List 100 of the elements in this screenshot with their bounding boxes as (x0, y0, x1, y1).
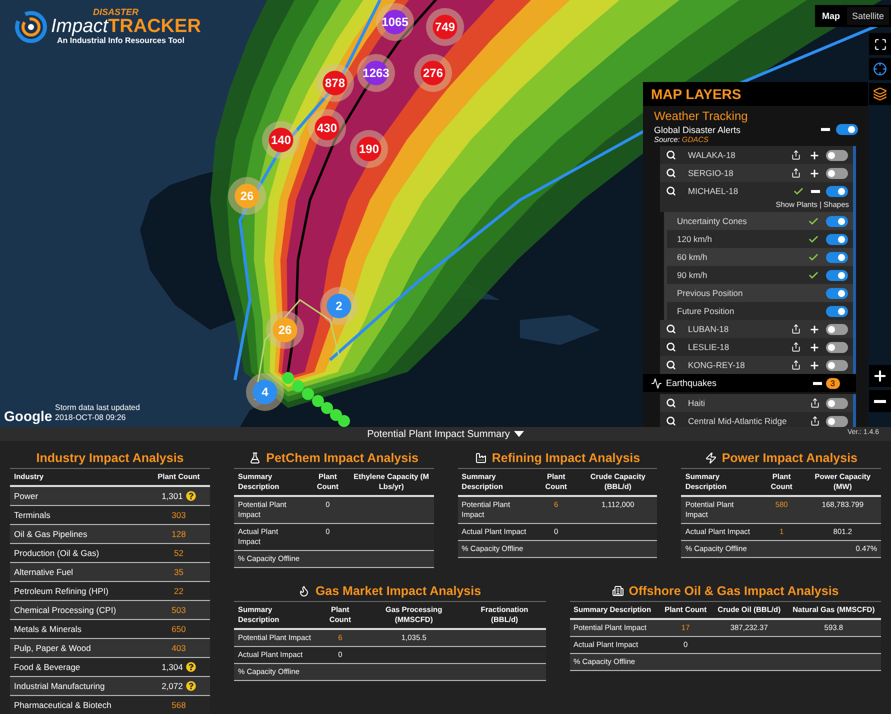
search-icon[interactable] (666, 398, 676, 408)
storm-row[interactable]: LESLIE-18 (660, 338, 853, 356)
search-icon[interactable] (666, 416, 676, 426)
sublayer-name: 90 km/h (677, 270, 708, 280)
storm-row[interactable]: SERGIO-18 (660, 164, 853, 182)
search-icon[interactable] (666, 150, 676, 160)
search-icon[interactable] (666, 342, 676, 352)
plus-icon[interactable] (809, 168, 820, 178)
minus-icon[interactable] (811, 190, 820, 192)
toggle-switch[interactable] (826, 216, 848, 226)
table-cell[interactable]: 503 (147, 600, 210, 619)
search-icon[interactable] (666, 168, 676, 178)
plus-icon[interactable] (809, 324, 820, 334)
plus-icon[interactable] (809, 342, 820, 352)
layer-label: Global Disaster Alerts (654, 124, 742, 134)
panel-title: Industry Impact Analysis (36, 450, 184, 464)
minus-icon[interactable] (812, 382, 822, 384)
help-icon[interactable] (186, 680, 196, 690)
table-cell: Alternative Fuel (10, 562, 148, 581)
table-cell[interactable]: 303 (147, 505, 210, 524)
sublayer-row[interactable]: Uncertainty Cones (667, 212, 853, 230)
locate-button[interactable] (869, 58, 891, 80)
zoom-in-button[interactable] (869, 365, 891, 387)
share-icon[interactable] (810, 398, 820, 408)
storm-name: WALAKA-18 (687, 150, 736, 160)
sublayer-row[interactable]: 120 km/h (667, 230, 853, 248)
zoom-out-button[interactable] (869, 390, 891, 412)
earthquake-row[interactable]: Central Mid-Atlantic Ridge (660, 412, 853, 427)
table-cell[interactable]: 403 (147, 638, 210, 657)
table-cell[interactable]: 568 (147, 695, 210, 714)
share-icon[interactable] (791, 360, 801, 370)
table-cell: Industrial Manufacturing (10, 676, 148, 695)
table-cell: Pharmaceutical & Biotech (10, 695, 148, 714)
toggle-switch[interactable] (826, 416, 848, 426)
search-icon[interactable] (666, 360, 676, 370)
toggle-switch[interactable] (826, 168, 848, 178)
logo-icon (14, 10, 48, 44)
share-icon[interactable] (791, 324, 801, 334)
storm-update-time: 2018-OCT-08 09:26 (55, 413, 127, 423)
share-icon[interactable] (791, 150, 801, 160)
toggle-switch[interactable] (826, 288, 848, 298)
storm-row[interactable]: MICHAEL-18 (660, 182, 853, 200)
table-cell[interactable]: 128 (147, 524, 210, 543)
sublayer-name: Future Position (677, 306, 736, 316)
table-cell: Production (Oil & Gas) (10, 543, 148, 562)
toggle-switch[interactable] (826, 150, 848, 160)
sublayer-row[interactable]: Previous Position (667, 284, 853, 302)
plus-icon (872, 368, 888, 384)
table-cell: Chemical Processing (CPI) (10, 600, 148, 619)
pulse-icon (651, 378, 662, 388)
panel-icon (249, 452, 262, 464)
toggle-switch[interactable] (826, 360, 848, 370)
search-icon[interactable] (666, 186, 676, 196)
storm-row[interactable]: WALAKA-18 (660, 146, 853, 164)
toggle-switch[interactable] (836, 124, 858, 135)
toggle-switch[interactable] (826, 252, 848, 262)
map-type-button[interactable]: Satellite (846, 7, 889, 25)
toggle-switch[interactable] (826, 306, 848, 316)
storm-name: MICHAEL-18 (687, 186, 740, 196)
table-cell[interactable]: 1,301 (147, 486, 210, 505)
storm-name: LUBAN-18 (687, 324, 730, 334)
toggle-switch[interactable] (826, 324, 848, 334)
crosshair-icon (873, 62, 887, 76)
table-cell[interactable]: 1,304 (147, 657, 210, 676)
table-cell: Oil & Gas Pipelines (10, 524, 148, 543)
panel-title: PetChem Impact Analysis (266, 450, 419, 464)
share-icon[interactable] (791, 342, 801, 352)
toggle-switch[interactable] (826, 270, 848, 280)
toggle-switch[interactable] (826, 398, 848, 408)
layers-button[interactable] (869, 83, 891, 105)
plus-icon[interactable] (809, 150, 820, 160)
table-cell[interactable]: 2,072 (147, 676, 210, 695)
toggle-switch[interactable] (826, 234, 848, 244)
share-icon[interactable] (810, 416, 820, 426)
storm-row[interactable]: LUBAN-18 (660, 320, 853, 338)
earthquakes-header[interactable]: Earthquakes 3 (643, 374, 856, 392)
map-attribution: Google (4, 408, 52, 424)
table-cell: Petroleum Refining (HPI) (10, 581, 148, 600)
search-icon[interactable] (666, 324, 676, 334)
share-icon[interactable] (791, 168, 801, 178)
section-title: Weather Tracking (653, 108, 749, 123)
logo-wordmark: ImpactTRACKER (51, 17, 201, 36)
earthquake-row[interactable]: Haiti (660, 394, 853, 412)
help-icon[interactable] (186, 490, 196, 501)
sublayer-row[interactable]: 60 km/h (667, 248, 853, 266)
sublayer-row[interactable]: Future Position (667, 302, 853, 320)
toggle-switch[interactable] (826, 186, 848, 196)
help-icon[interactable] (186, 662, 196, 672)
table-cell[interactable]: 650 (147, 619, 210, 638)
earthquake-name: Haiti (687, 398, 706, 408)
table-cell: Terminals (10, 505, 148, 524)
storm-row[interactable]: KONG-REY-18 (660, 356, 853, 374)
table-cell[interactable]: 35 (147, 562, 210, 581)
sublayer-name: 60 km/h (677, 252, 708, 262)
sublayer-row[interactable]: 90 km/h (667, 266, 853, 284)
fullscreen-button[interactable] (869, 33, 891, 55)
table-cell[interactable]: 52 (147, 543, 210, 562)
toggle-switch[interactable] (826, 342, 848, 352)
table-cell[interactable]: 22 (147, 581, 210, 600)
plus-icon[interactable] (809, 360, 820, 370)
